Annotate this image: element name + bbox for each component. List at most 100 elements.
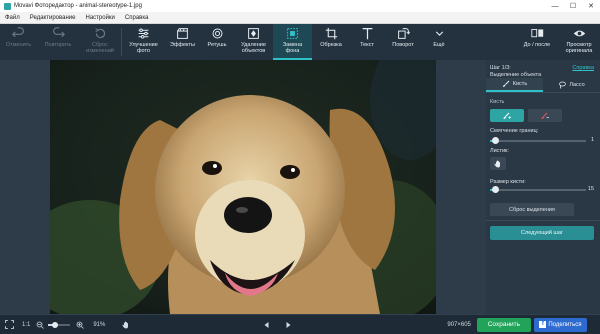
rotate-label: Поворот bbox=[392, 42, 414, 48]
image-dimensions: 907×605 bbox=[447, 321, 471, 328]
text-label: Текст bbox=[360, 42, 374, 48]
eye-icon bbox=[573, 30, 585, 37]
window-controls: — ☐ ✕ bbox=[546, 0, 600, 12]
dog-image bbox=[50, 60, 436, 314]
share-button[interactable]: f Поделиться bbox=[533, 317, 587, 332]
dog-photo[interactable] bbox=[50, 60, 436, 314]
save-button[interactable]: Сохранить bbox=[476, 317, 531, 332]
window-title: Movavi Фоторедактор - animal-stereotype-… bbox=[14, 3, 142, 9]
reset-label-2: изменений bbox=[86, 48, 114, 54]
before-after-icon bbox=[530, 28, 543, 38]
lasso-icon bbox=[559, 81, 567, 89]
more-icon bbox=[435, 31, 443, 36]
undo-label: Отменить bbox=[5, 42, 32, 48]
brush-section-title: Кисть bbox=[490, 99, 505, 105]
menu-edit[interactable]: Редактирование bbox=[25, 15, 81, 21]
undo-icon bbox=[12, 27, 24, 38]
zoom-slider-thumb[interactable] bbox=[52, 321, 59, 328]
menu-file[interactable]: Файл bbox=[0, 15, 25, 21]
more-label: Ещё bbox=[433, 42, 445, 48]
panel-divider bbox=[486, 220, 600, 221]
smoothing-thumb[interactable] bbox=[491, 137, 499, 144]
hand-pan-icon[interactable] bbox=[122, 321, 130, 329]
tool-tabs: Кисть Лассо bbox=[486, 78, 600, 93]
effects-icon bbox=[177, 28, 188, 39]
zoom-slider[interactable] bbox=[48, 321, 71, 328]
hand-icon bbox=[494, 160, 500, 167]
sliders-icon bbox=[138, 28, 149, 39]
facebook-icon: f bbox=[539, 321, 547, 328]
title-bar: Movavi Фоторедактор - animal-stereotype-… bbox=[0, 0, 600, 12]
app-icon bbox=[4, 2, 11, 10]
zoom-level: 91% bbox=[93, 321, 106, 328]
before-after-button[interactable]: До / после bbox=[516, 24, 558, 60]
brush-size-label: Размер кисти: bbox=[490, 179, 526, 185]
zoom-in-icon[interactable] bbox=[76, 321, 85, 329]
replace-background-icon bbox=[287, 28, 298, 39]
brush-add-button[interactable] bbox=[490, 109, 524, 122]
crop-icon bbox=[325, 27, 337, 40]
actual-size-button[interactable]: 1:1 bbox=[22, 322, 30, 328]
step-indicator: Шаг 1/3: Выделение объекта bbox=[490, 65, 541, 79]
tab-brush[interactable]: Кисть bbox=[486, 78, 543, 92]
remove-objects-icon bbox=[248, 28, 259, 39]
crop-label: Обрезка bbox=[320, 42, 342, 48]
minimize-button[interactable]: — bbox=[546, 0, 564, 12]
brush-remove-button[interactable] bbox=[528, 109, 562, 122]
brush-icon bbox=[502, 80, 510, 87]
improve-label-2: фото bbox=[137, 48, 150, 54]
retouch-button[interactable]: Ретушь bbox=[200, 24, 234, 60]
menu-help[interactable]: Справка bbox=[120, 15, 154, 21]
tab-brush-label: Кисть bbox=[512, 81, 528, 87]
smoothing-value[interactable]: 1 bbox=[591, 137, 594, 143]
brush-mode-group bbox=[490, 109, 596, 122]
preview-label-2: оригинала bbox=[565, 48, 593, 54]
hand-tool-button[interactable] bbox=[490, 157, 506, 170]
next-image-icon[interactable] bbox=[285, 321, 292, 329]
preview-original-button[interactable]: Просмотр оригинала bbox=[558, 24, 600, 60]
replace-background-button[interactable]: Замена фона bbox=[273, 24, 312, 60]
brush-size-thumb[interactable] bbox=[491, 186, 499, 193]
toolbar: Отменить Повторить Сброс изменений Улучш… bbox=[0, 24, 600, 60]
more-button[interactable]: Ещё bbox=[422, 24, 456, 60]
fit-screen-icon[interactable] bbox=[5, 320, 14, 329]
smoothing-slider[interactable] bbox=[490, 137, 586, 144]
menu-bar: Файл Редактирование Настройки Справка bbox=[0, 12, 600, 24]
brush-size-value[interactable]: 15 bbox=[588, 186, 594, 192]
reset-icon bbox=[94, 28, 105, 39]
close-button[interactable]: ✕ bbox=[582, 0, 600, 12]
retouch-label: Ретушь bbox=[207, 42, 227, 48]
undo-button[interactable]: Отменить bbox=[0, 24, 37, 60]
zoom-out-icon[interactable] bbox=[36, 321, 45, 329]
image-canvas[interactable] bbox=[0, 60, 486, 314]
status-bar: 1:1 91% 907×605 Сохранить f Поделиться bbox=[0, 314, 600, 334]
remove-label-2: объектов bbox=[241, 48, 266, 54]
previous-image-icon[interactable] bbox=[263, 321, 270, 329]
before-after-label: До / после bbox=[523, 42, 551, 48]
rotate-icon bbox=[397, 28, 410, 39]
redo-label: Повторить bbox=[44, 42, 72, 48]
reset-changes-button[interactable]: Сброс изменений bbox=[79, 24, 121, 60]
rotate-button[interactable]: Поворот bbox=[384, 24, 422, 60]
text-button[interactable]: Текст bbox=[350, 24, 384, 60]
menu-settings[interactable]: Настройки bbox=[80, 15, 119, 21]
step-number: Шаг 1/3: bbox=[490, 65, 511, 71]
next-step-button[interactable]: Следующий шаг bbox=[490, 226, 594, 240]
redo-button[interactable]: Повторить bbox=[37, 24, 79, 60]
effects-button[interactable]: Эффекты bbox=[165, 24, 200, 60]
help-link[interactable]: Справка bbox=[572, 65, 594, 71]
share-label: Поделиться bbox=[548, 321, 582, 328]
tab-lasso[interactable]: Лассо bbox=[543, 78, 600, 92]
remove-objects-button[interactable]: Удаление объектов bbox=[234, 24, 273, 60]
tab-lasso-label: Лассо bbox=[569, 82, 585, 88]
maximize-button[interactable]: ☐ bbox=[564, 0, 582, 12]
text-icon bbox=[362, 28, 372, 40]
smoothing-label: Смягчение границ: bbox=[490, 128, 539, 134]
improve-photo-button[interactable]: Улучшение фото bbox=[122, 24, 165, 60]
reset-selection-button[interactable]: Сброс выделения bbox=[490, 203, 574, 216]
crop-button[interactable]: Обрезка bbox=[312, 24, 350, 60]
hand-label: Листик: bbox=[490, 148, 509, 154]
effects-label: Эффекты bbox=[169, 42, 195, 48]
brush-size-slider[interactable] bbox=[490, 186, 586, 193]
